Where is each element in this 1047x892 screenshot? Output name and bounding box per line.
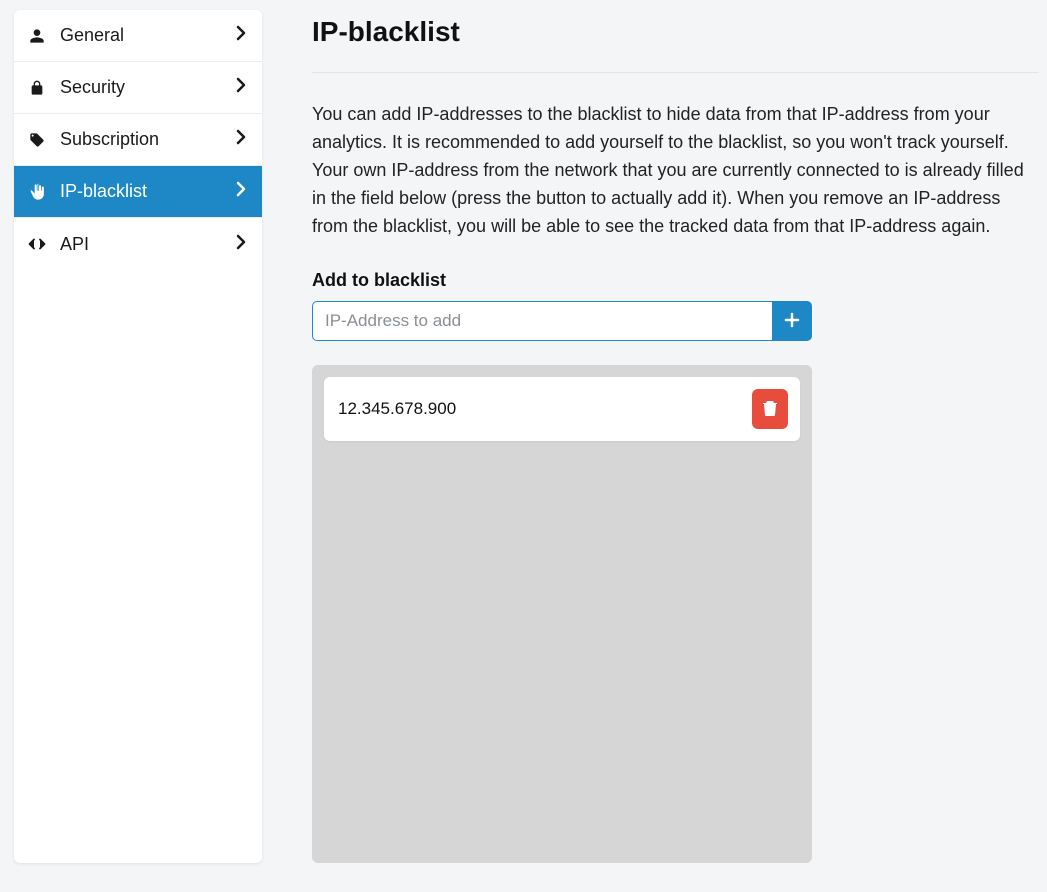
code-icon [28, 235, 46, 253]
hand-icon [28, 183, 46, 201]
add-ip-button[interactable] [772, 301, 812, 341]
add-ip-row [312, 301, 812, 341]
sidebar-item-subscription[interactable]: Subscription [14, 114, 262, 166]
add-section-label: Add to blacklist [312, 270, 1039, 291]
lock-icon [28, 79, 46, 97]
page-description: You can add IP-addresses to the blacklis… [312, 101, 1039, 240]
plus-icon [784, 312, 800, 331]
sidebar-item-ip-blacklist[interactable]: IP-blacklist [14, 166, 262, 218]
sidebar-item-general[interactable]: General [14, 10, 262, 62]
page-title: IP-blacklist [312, 16, 1039, 48]
settings-sidebar: General Security Subscription [14, 10, 262, 863]
sidebar-item-label: Security [60, 77, 125, 98]
tag-icon [28, 131, 46, 149]
blacklist-entry: 12.345.678.900 [324, 377, 800, 441]
delete-ip-button[interactable] [752, 389, 788, 429]
user-icon [28, 27, 46, 45]
sidebar-item-label: API [60, 234, 89, 255]
sidebar-item-security[interactable]: Security [14, 62, 262, 114]
chevron-right-icon [236, 181, 246, 202]
blacklist-panel: 12.345.678.900 [312, 365, 812, 863]
chevron-right-icon [236, 129, 246, 150]
chevron-right-icon [236, 234, 246, 255]
ip-address-input[interactable] [312, 301, 772, 341]
blacklist-ip-text: 12.345.678.900 [338, 399, 456, 419]
sidebar-item-label: IP-blacklist [60, 181, 147, 202]
main-content: IP-blacklist You can add IP-addresses to… [312, 10, 1047, 863]
chevron-right-icon [236, 25, 246, 46]
trash-icon [763, 400, 777, 419]
sidebar-item-label: Subscription [60, 129, 159, 150]
sidebar-item-label: General [60, 25, 124, 46]
chevron-right-icon [236, 77, 246, 98]
sidebar-item-api[interactable]: API [14, 218, 262, 270]
divider [312, 72, 1039, 73]
